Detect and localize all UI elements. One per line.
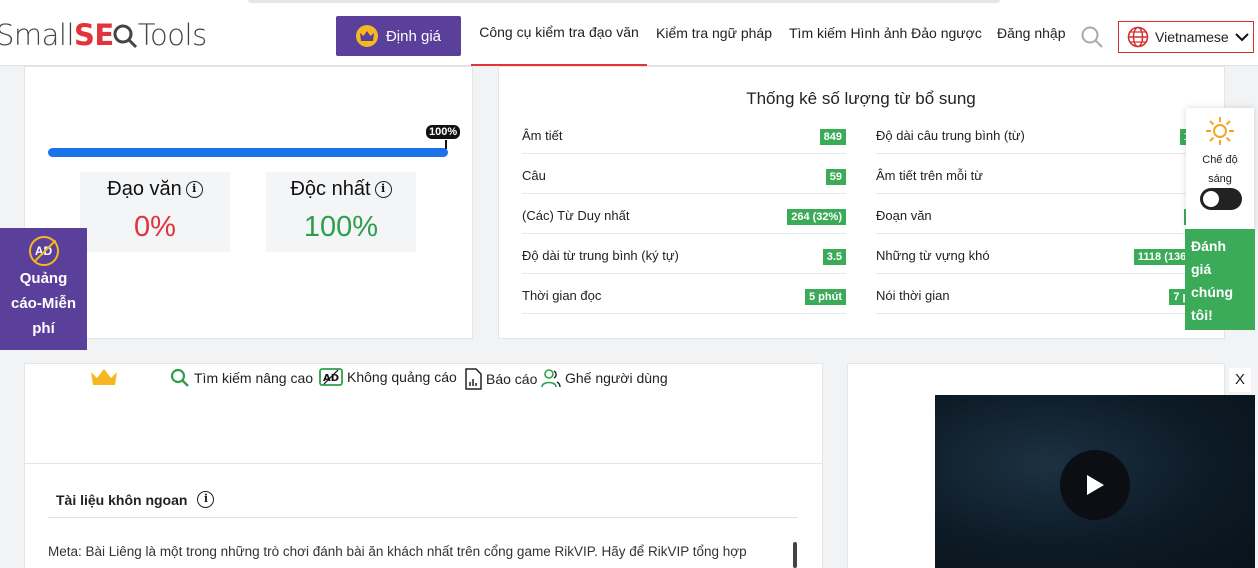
nav-grammar-checker[interactable]: Kiểm tra ngữ pháp [656,0,772,66]
document-section-title: Tài liệu khôn ngoan i [56,491,215,508]
stat-row: Câu 59 [522,154,846,194]
feature-advanced-search: Tìm kiếm nâng cao [170,368,313,388]
stat-badge: 5 phút [805,289,846,305]
pricing-label: Định giá [385,27,442,45]
no-ads-icon: AD [319,368,343,386]
stat-name: Độ dài câu trung bình (từ) [876,128,1025,143]
document-meta-text: Meta: Bài Liêng là một trong những trò c… [48,544,747,559]
progress-label: 100% [426,125,461,139]
play-icon [1087,475,1104,495]
search-icon [170,368,189,387]
ad-free-label-2: cáo-Miễn [10,295,76,312]
rate-us-button[interactable]: Đánh giá chúng tôi! [1185,229,1255,330]
stat-row: Âm tiết trên mỗi từ [876,154,1200,194]
search-icon[interactable] [1081,26,1103,53]
logo-magnifier-icon [113,24,137,49]
stat-name: Câu [522,168,546,183]
progress-marker [445,140,447,149]
feature-report: Báo cáo [464,368,537,390]
stat-name: (Các) Từ Duy nhất [522,208,630,223]
unique-value: 100% [303,211,379,243]
rate-label-2: giá [1191,261,1212,277]
nav-reverse-image-search[interactable]: Tìm kiếm Hình ảnh Đảo ngược [789,0,982,66]
info-icon[interactable]: i [185,181,203,198]
pricing-button[interactable]: Định giá [336,16,461,56]
logo-small: Small [0,18,75,52]
stat-name: Âm tiết trên mỗi từ [876,168,983,183]
premium-crown [90,368,118,386]
nav-label: Đăng nhập [997,25,1066,41]
light-mode-label-1: Chế độ [1202,154,1238,166]
info-icon[interactable]: i [374,181,392,198]
stat-row: Nói thời gian7 ph [876,274,1200,314]
stat-badge: 3.5 [822,249,846,265]
stat-row: Đoạn văn [876,194,1200,234]
rate-label-1: Đánh [1191,238,1226,254]
stat-row: (Các) Từ Duy nhất 264 (32%) [522,194,846,234]
nav-label: Công cụ kiểm tra đạo văn [479,24,639,40]
video-player[interactable] [935,395,1255,568]
nav-label: Tìm kiếm Hình ảnh Đảo ngược [789,25,982,41]
stat-name: Thời gian đọc [522,288,602,303]
report-icon [465,368,482,390]
feature-no-ads: AD Không quảng cáo [319,368,457,386]
logo-tools: Tools [137,18,207,52]
document-scrollbar[interactable] [793,542,797,568]
stat-row: Độ dài câu trung bình (từ)13 [876,114,1200,154]
ad-free-label-3: phí [32,320,55,337]
unique-label: Độc nhất [290,178,371,200]
plagiarism-label: Đạo văn [107,178,182,200]
close-video-button[interactable]: X [1229,368,1251,392]
globe-icon [1127,26,1149,48]
language-select[interactable]: Vietnamese [1118,21,1254,53]
plagiarism-value: 0% [134,211,176,243]
sun-icon [1206,117,1234,145]
users-icon [541,369,561,388]
play-button[interactable] [1060,450,1130,520]
stat-name: Âm tiết [522,128,563,143]
nav-login[interactable]: Đăng nhập [997,0,1066,66]
feature-label: Tìm kiếm nâng cao [194,370,314,386]
divider [48,517,798,518]
feature-label: Báo cáo [486,371,538,387]
stat-badge: 264 (32%) [787,209,846,225]
stat-name: Những từ vựng khó [876,248,990,263]
stat-name: Độ dài từ trung bình (ký tự) [522,248,679,263]
stats-title: Thống kê số lượng từ bổ sung [746,89,976,108]
light-mode-panel: Chế độ sáng [1186,108,1254,230]
nav-label: Kiểm tra ngữ pháp [656,25,772,41]
light-mode-label-2: sáng [1208,173,1232,185]
unique-box: Độc nhất i 100% [266,172,416,252]
stat-row: Những từ vựng khó 1118 (136% [876,234,1200,274]
document-title-label: Tài liệu khôn ngoan [56,491,188,508]
feature-label: Ghế người dùng [565,370,668,386]
chevron-down-icon [1234,33,1249,42]
ad-free-label-1: Quảng [19,270,68,287]
crown-icon [355,25,378,47]
info-icon[interactable]: i [197,491,215,508]
no-ads-icon: AD [28,236,59,266]
stat-badge: 59 [825,169,846,185]
site-header: SmallSE Tools Định giá Công cụ kiểm tra đ… [0,0,1258,66]
stat-badge: 849 [819,129,846,145]
feature-label: Không quảng cáo [347,369,457,385]
rate-label-4: tôi! [1191,307,1213,323]
uniqueness-progress-bar [48,148,448,157]
feature-user-seats: Ghế người dùng [541,368,668,388]
logo-seo: SE [74,18,114,52]
nav-plagiarism-checker[interactable]: Công cụ kiểm tra đạo văn [471,0,647,66]
stat-row: Âm tiết 849 [522,114,846,154]
stat-row: Thời gian đọc 5 phút [522,274,846,314]
plagiarism-box: Đạo văn i 0% [80,172,230,252]
toggle-knob [1203,191,1219,207]
stat-row: Độ dài từ trung bình (ký tự) 3.5 [522,234,846,274]
stat-name: Nói thời gian [876,288,950,303]
site-logo[interactable]: SmallSE Tools [0,18,207,52]
ad-free-button[interactable]: AD Quảng cáo-Miễn phí [0,228,87,350]
language-label: Vietnamese [1155,29,1229,45]
stat-name: Đoạn văn [876,208,932,223]
crown-icon [91,369,117,385]
rate-label-3: chúng [1191,284,1233,300]
light-mode-toggle[interactable] [1200,188,1242,210]
